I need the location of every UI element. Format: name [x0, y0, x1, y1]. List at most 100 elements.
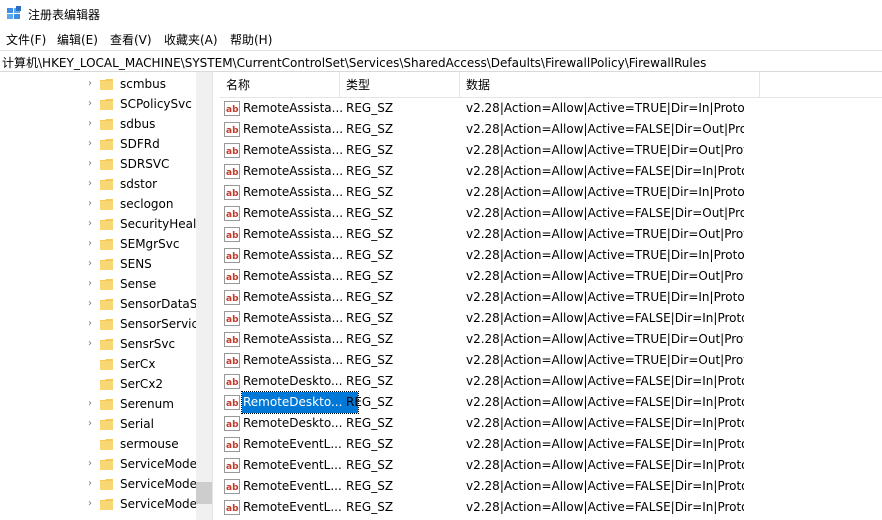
table-row[interactable]: ab RemoteAssista... REG_SZ v2.28|Action=All… — [220, 203, 882, 224]
table-row[interactable]: ab RemoteAssista... REG_SZ v2.28|Action=All… — [220, 266, 882, 287]
menu-help[interactable]: 帮助(H) — [230, 31, 272, 48]
table-row[interactable]: ab RemoteAssista... REG_SZ v2.28|Action=All… — [220, 182, 882, 203]
column-data-header[interactable]: 数据 — [460, 72, 760, 98]
chevron-right-icon[interactable]: › — [84, 218, 96, 230]
table-row[interactable]: ab RemoteAssista... REG_SZ v2.28|Action=All… — [220, 308, 882, 329]
tree-scrollbar[interactable] — [196, 72, 212, 520]
table-row[interactable]: ab RemoteAssista... REG_SZ v2.28|Action=All… — [220, 350, 882, 371]
table-row[interactable]: ab RemoteAssista... REG_SZ v2.28|Action=All… — [220, 119, 882, 140]
tree-item[interactable]: › seclogon — [84, 194, 196, 214]
chevron-right-icon[interactable]: › — [84, 338, 96, 350]
chevron-right-icon[interactable]: › — [84, 258, 96, 270]
tree-item[interactable]: › SecurityHealt — [84, 214, 201, 234]
menu-file[interactable]: 文件(F) — [6, 31, 46, 48]
address-path[interactable]: 计算机\HKEY_LOCAL_MACHINE\SYSTEM\CurrentCon… — [2, 54, 706, 71]
menu-favorites[interactable]: 收藏夹(A) — [164, 31, 218, 48]
svg-text:ab: ab — [226, 420, 239, 430]
table-row[interactable]: ab RemoteEventL... REG_SZ v2.28|Action=Allo… — [220, 476, 882, 497]
svg-text:ab: ab — [226, 378, 239, 388]
value-name: RemoteAssista... — [243, 101, 344, 115]
tree-item[interactable]: › SensorDataS — [84, 294, 197, 314]
table-row[interactable]: ab RemoteAssista... REG_SZ v2.28|Action=All… — [220, 224, 882, 245]
folder-icon — [100, 239, 113, 250]
tree-item[interactable]: › ServiceMode — [84, 454, 197, 474]
chevron-right-icon[interactable]: › — [84, 398, 96, 410]
tree-item[interactable]: SerCx — [84, 354, 196, 374]
value-type: REG_SZ — [346, 332, 394, 346]
reg-sz-icon: ab — [224, 395, 240, 410]
table-row[interactable]: ab RemoteAssista... REG_SZ v2.28|Action=All… — [220, 98, 882, 119]
table-row[interactable]: ab RemoteAssista... REG_SZ v2.28|Action=All… — [220, 161, 882, 182]
reg-sz-icon: ab — [224, 353, 240, 368]
svg-text:ab: ab — [226, 483, 239, 493]
chevron-right-icon[interactable]: › — [84, 278, 96, 290]
tree-item[interactable]: SerCx2 — [84, 374, 196, 394]
chevron-right-icon[interactable]: › — [84, 478, 96, 490]
table-row[interactable]: ab RemoteAssista... REG_SZ v2.28|Action=All… — [220, 245, 882, 266]
menu-edit[interactable]: 编辑(E) — [57, 31, 98, 48]
value-type: REG_SZ — [346, 290, 394, 304]
tree-item[interactable]: › SensorServic — [84, 314, 198, 334]
folder-icon — [100, 319, 113, 330]
value-data: v2.28|Action=Allow|Active=FALSE|Dir=Out|… — [466, 122, 744, 136]
table-row[interactable]: ab RemoteDeskto... REG_SZ v2.28|Action=Allo… — [220, 371, 882, 392]
pane-splitter[interactable] — [212, 72, 220, 520]
chevron-right-icon[interactable]: › — [84, 198, 96, 210]
column-type-header[interactable]: 类型 — [340, 72, 460, 98]
chevron-right-icon[interactable]: › — [84, 78, 96, 90]
address-bar[interactable]: 计算机\HKEY_LOCAL_MACHINE\SYSTEM\CurrentCon… — [0, 50, 882, 72]
tree-item[interactable]: › SCPolicySvc — [84, 94, 196, 114]
table-row[interactable]: ab RemoteAssista... REG_SZ v2.28|Action=All… — [220, 287, 882, 308]
table-row[interactable]: ab RemoteEventL... REG_SZ v2.28|Action=Allo… — [220, 497, 882, 518]
chevron-right-icon[interactable]: › — [84, 158, 96, 170]
table-row[interactable]: ab RemoteDeskto... REG_SZ v2.28|Action=Allo… — [220, 413, 882, 434]
table-row[interactable]: ab RemoteDeskto... REG_SZ v2.28|Action=Allo… — [220, 391, 882, 414]
chevron-right-icon[interactable]: › — [84, 118, 96, 130]
table-row[interactable]: ab RemoteEventL... REG_SZ v2.28|Action=Allo… — [220, 434, 882, 455]
chevron-right-icon[interactable]: › — [84, 238, 96, 250]
chevron-right-icon[interactable]: › — [84, 298, 96, 310]
value-name: RemoteAssista... — [243, 248, 344, 262]
tree-item[interactable]: › sdbus — [84, 114, 196, 134]
value-list[interactable]: 名称 类型 数据 ab RemoteAssista... REG_SZ v2.28|A… — [220, 72, 882, 520]
chevron-right-icon[interactable]: › — [84, 418, 96, 430]
chevron-right-icon[interactable]: › — [84, 98, 96, 110]
chevron-right-icon[interactable]: › — [84, 138, 96, 150]
folder-icon — [100, 139, 113, 150]
svg-text:ab: ab — [226, 504, 239, 514]
tree-item[interactable]: › sdstor — [84, 174, 196, 194]
menu-view[interactable]: 查看(V) — [110, 31, 152, 48]
tree-item[interactable]: › SensrSvc — [84, 334, 196, 354]
tree-item[interactable]: › ServiceMode — [84, 494, 197, 514]
tree-item[interactable]: › SDFRd — [84, 134, 196, 154]
tree-item[interactable]: › Serenum — [84, 394, 196, 414]
value-data: v2.28|Action=Allow|Active=FALSE|Dir=In|P… — [466, 311, 744, 325]
tree-item[interactable]: › Sense — [84, 274, 196, 294]
folder-icon — [100, 479, 113, 490]
value-type: REG_SZ — [346, 164, 394, 178]
tree-item[interactable]: › ServiceMode — [84, 474, 197, 494]
menu-bar: 文件(F) 编辑(E) 查看(V) 收藏夹(A) 帮助(H) — [0, 28, 882, 50]
folder-icon — [100, 459, 113, 470]
tree-scrollbar-thumb[interactable] — [196, 482, 212, 504]
chevron-right-icon[interactable]: › — [84, 498, 96, 510]
table-row[interactable]: ab RemoteAssista... REG_SZ v2.28|Action=All… — [220, 140, 882, 161]
chevron-right-icon[interactable]: › — [84, 318, 96, 330]
svg-text:ab: ab — [226, 126, 239, 136]
tree-item-label: seclogon — [120, 197, 174, 211]
tree-item[interactable]: › SDRSVC — [84, 154, 196, 174]
tree-item-label: SEMgrSvc — [120, 237, 180, 251]
chevron-right-icon[interactable]: › — [84, 458, 96, 470]
table-row[interactable]: ab RemoteEventL... REG_SZ v2.28|Action=Allo… — [220, 455, 882, 476]
column-name-header[interactable]: 名称 — [220, 72, 340, 98]
chevron-right-icon[interactable]: › — [84, 178, 96, 190]
tree-item[interactable]: › scmbus — [84, 74, 196, 94]
value-type: REG_SZ — [346, 500, 394, 514]
tree-item[interactable]: › Serial — [84, 414, 196, 434]
tree-item[interactable]: › SEMgrSvc — [84, 234, 196, 254]
tree-item[interactable]: › SENS — [84, 254, 196, 274]
key-tree[interactable]: › scmbus › SCPolicySvc › sdbus › SDFRd › SDRSVC › s… — [0, 72, 212, 520]
tree-item[interactable]: sermouse — [84, 434, 196, 454]
table-row[interactable]: ab RemoteAssista... REG_SZ v2.28|Action=All… — [220, 329, 882, 350]
value-data: v2.28|Action=Allow|Active=TRUE|Dir=In|Pr… — [466, 185, 744, 199]
